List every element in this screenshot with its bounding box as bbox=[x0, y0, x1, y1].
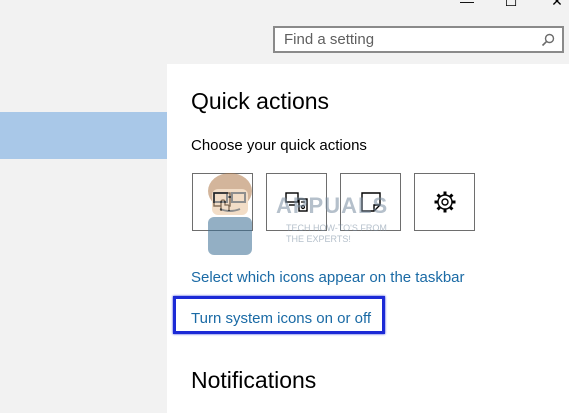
quick-action-tile-note[interactable] bbox=[340, 173, 401, 231]
system-icons-link[interactable]: Turn system icons on or off bbox=[191, 310, 371, 327]
close-button[interactable]: ✕ bbox=[542, 0, 569, 8]
minimize-button[interactable]: — bbox=[452, 0, 482, 8]
project-icon bbox=[284, 192, 308, 212]
note-icon bbox=[360, 192, 381, 212]
sidebar-item-notifications-actions[interactable]: s bbox=[0, 112, 167, 159]
search-icon[interactable] bbox=[541, 33, 555, 47]
search-input[interactable] bbox=[275, 28, 534, 51]
sidebar: s bbox=[0, 64, 167, 413]
page-title: Quick actions bbox=[191, 88, 330, 114]
gear-icon bbox=[434, 191, 455, 213]
quick-action-tile-project[interactable] bbox=[266, 173, 327, 231]
quick-actions-subtitle: Choose your quick actions bbox=[191, 137, 367, 154]
maximize-button[interactable]: ☐ bbox=[496, 0, 526, 8]
quick-action-tile-tablet-mode[interactable] bbox=[192, 173, 253, 231]
notifications-heading: Notifications bbox=[191, 367, 317, 393]
taskbar-icons-link[interactable]: Select which icons appear on the taskbar bbox=[191, 269, 465, 286]
tablet-mode-icon bbox=[212, 192, 231, 211]
quick-action-tile-settings[interactable] bbox=[414, 173, 475, 231]
search-box[interactable] bbox=[273, 26, 564, 53]
title-bar: — ☐ ✕ bbox=[0, 0, 569, 64]
